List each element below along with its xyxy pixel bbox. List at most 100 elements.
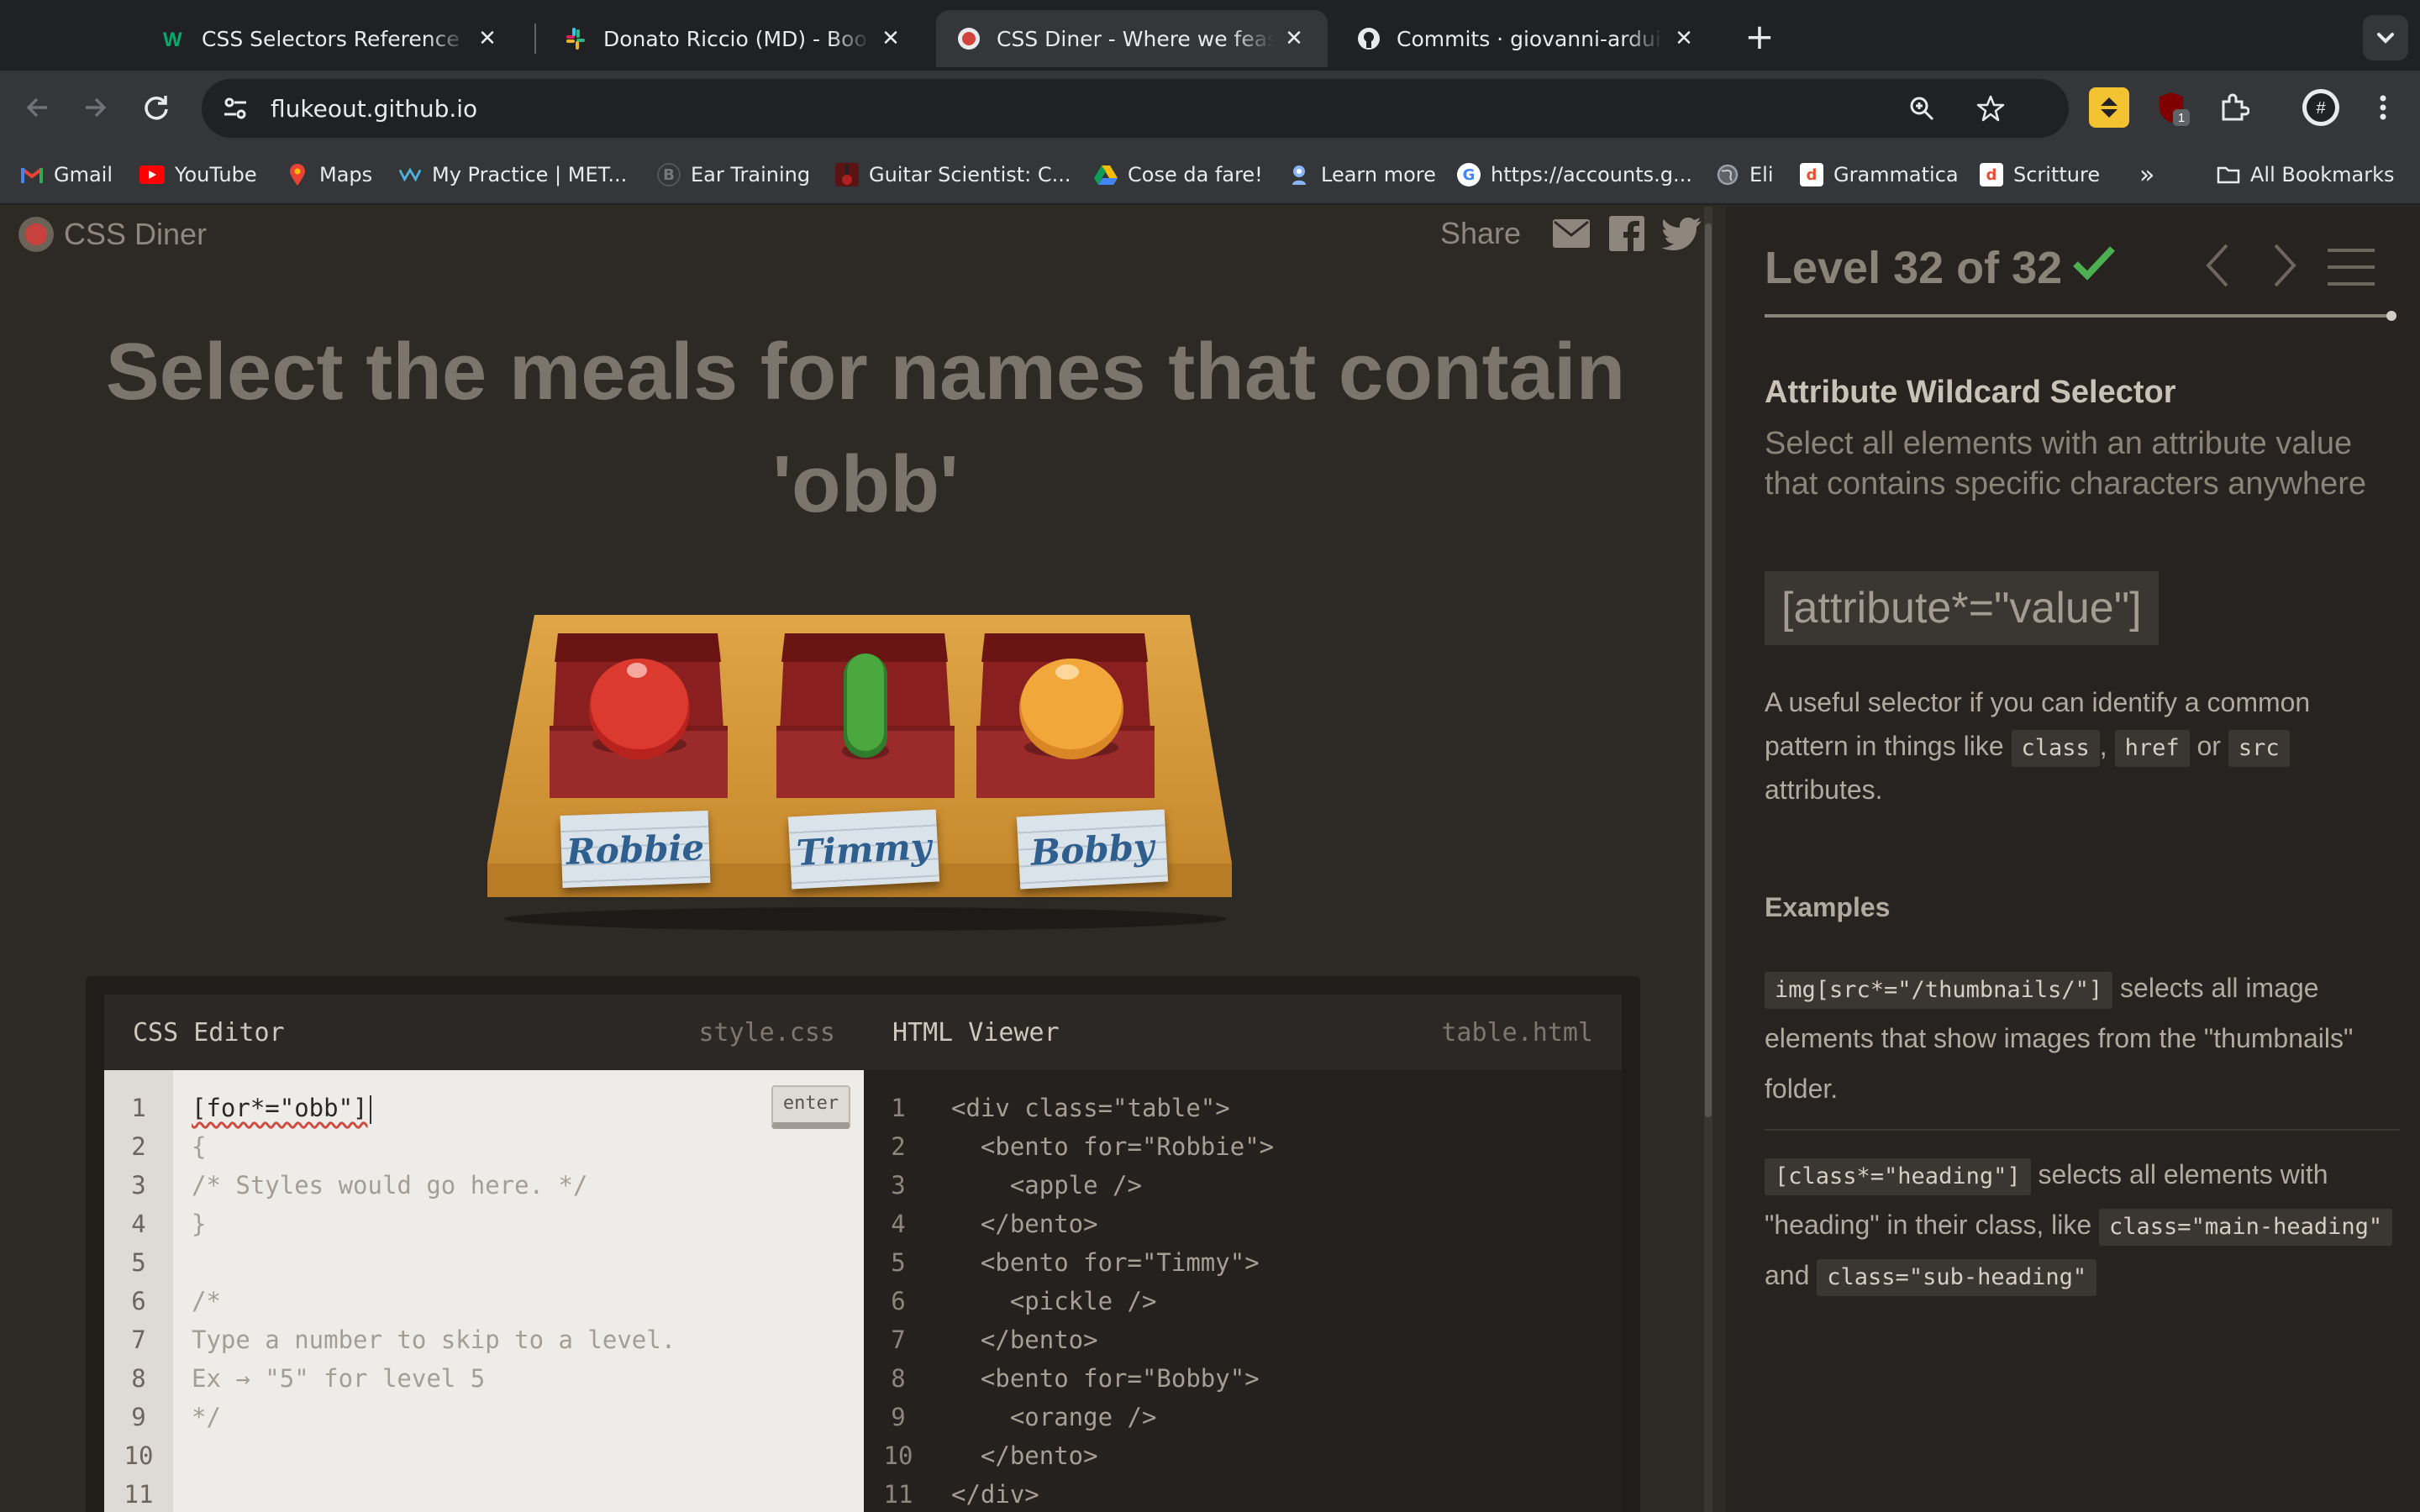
tab-github-commits[interactable]: Commits · giovanni-arduini/html ✕ <box>1336 10 1718 67</box>
bookmark-label: Scritture <box>2013 163 2101 186</box>
code-line: <bento for="Timmy"> <box>951 1248 1260 1277</box>
twitter-icon[interactable] <box>1662 213 1702 254</box>
bookmark-learn-more[interactable]: Learn more <box>1287 156 1436 193</box>
facebook-icon[interactable] <box>1607 213 1647 254</box>
tab-title: CSS Selectors Reference <box>202 26 460 51</box>
bookmark-my-practice[interactable]: My Practice | MET... <box>398 156 627 193</box>
extension-honey-icon[interactable] <box>2089 87 2129 128</box>
enter-button[interactable]: enter <box>771 1085 850 1129</box>
level-sidebar: Level 32 of 32 Attribute Wildcard Select… <box>1726 207 2420 1512</box>
profile-avatar[interactable]: # <box>2301 87 2341 128</box>
github-icon <box>1356 26 1381 51</box>
practice-icon <box>398 163 422 186</box>
bookmark-gmail[interactable]: Gmail <box>20 156 113 193</box>
tab-css-diner[interactable]: CSS Diner - Where we feast on CSS ✕ <box>936 10 1328 67</box>
zoom-icon[interactable] <box>1901 87 1943 129</box>
bookmark-google-accounts[interactable]: G https://accounts.g... <box>1457 156 1692 193</box>
orange-food[interactable] <box>1015 652 1128 764</box>
bookmark-star-icon[interactable] <box>1970 87 2012 129</box>
tab-slack[interactable]: Donato Riccio (MD) - Boolean ✕ <box>543 10 924 67</box>
forward-button[interactable] <box>72 84 119 131</box>
bookmark-grammatica[interactable]: d Grammatica <box>1800 156 1959 193</box>
line-number: 2 <box>131 1132 146 1161</box>
text-caret <box>369 1095 371 1124</box>
close-icon[interactable]: ✕ <box>877 25 904 52</box>
css-code-area[interactable]: [for*="obb"] { /* Styles would go here. … <box>173 1070 864 1512</box>
next-level-button[interactable] <box>2264 240 2306 291</box>
bookmark-eli[interactable]: Eli <box>1716 156 1774 193</box>
reload-button[interactable] <box>133 84 180 131</box>
more-bookmarks-button[interactable]: » <box>2139 156 2154 193</box>
code-line: </div> <box>951 1480 1039 1509</box>
bookmark-label: Ear Training <box>691 163 811 186</box>
tab-search-button[interactable] <box>2363 15 2408 60</box>
example-text: and <box>1765 1260 1810 1290</box>
html-code-markup[interactable]: <div class="table"> <bento for="Robbie">… <box>933 1070 1622 1512</box>
bookmark-label: Maps <box>319 163 373 186</box>
close-icon[interactable]: ✕ <box>474 25 501 52</box>
bookmark-label: Learn more <box>1321 163 1436 186</box>
back-button[interactable] <box>13 84 60 131</box>
close-icon[interactable]: ✕ <box>1670 25 1697 52</box>
hint-text-end: attributes. <box>1765 774 1883 805</box>
pickle-food[interactable] <box>839 650 892 764</box>
apple-food[interactable] <box>585 652 694 761</box>
css-editor-filename: style.css <box>698 1017 835 1047</box>
checkmark-icon <box>2073 246 2115 281</box>
tab-title: CSS Diner - Where we feast on CSS <box>997 26 1274 51</box>
site-logo[interactable]: CSS Diner <box>18 217 207 252</box>
tab-css-selectors-reference[interactable]: W CSS Selectors Reference ✕ <box>141 10 521 67</box>
code-line: <div class="table"> <box>951 1094 1230 1122</box>
bookmark-ear-training[interactable]: B Ear Training <box>657 156 810 193</box>
logo-text: CSS Diner <box>64 217 208 251</box>
line-number: 8 <box>131 1364 146 1393</box>
nametag-bobby: Bobby <box>1016 809 1169 890</box>
address-bar[interactable]: flukeout.github.io <box>202 79 2069 138</box>
bookmark-scritture[interactable]: d Scritture <box>1980 156 2100 193</box>
level-instruction: Select the meals for names that contain … <box>105 327 1626 529</box>
bookmark-maps[interactable]: Maps <box>286 156 372 193</box>
all-bookmarks-button[interactable]: All Bookmarks <box>2217 156 2394 193</box>
bookmark-guitar-scientist[interactable]: Guitar Scientist: C... <box>835 156 1071 193</box>
close-icon[interactable]: ✕ <box>1281 25 1307 52</box>
extensions-puzzle-icon[interactable] <box>2213 87 2254 128</box>
level-menu-button[interactable] <box>2324 245 2378 289</box>
hint-separator: , <box>2099 731 2107 761</box>
bookmark-youtube[interactable]: YouTube <box>139 156 257 193</box>
code-line: <pickle /> <box>951 1287 1157 1315</box>
line-number: 4 <box>891 1210 906 1238</box>
nametag-timmy: Timmy <box>787 809 940 890</box>
css-editor-header: CSS Editor style.css <box>104 995 864 1070</box>
guitar-icon <box>835 163 859 186</box>
svg-text:#: # <box>2316 99 2326 118</box>
browser-tab-bar: W CSS Selectors Reference ✕ Donato Ricci… <box>0 0 2420 71</box>
folder-icon <box>2217 163 2240 186</box>
extension-ublock-icon[interactable]: 1 <box>2151 87 2191 128</box>
browser-menu-icon[interactable] <box>2363 87 2403 128</box>
examples-heading: Examples <box>1765 892 1891 922</box>
globe-icon <box>1716 163 1739 186</box>
previous-level-button[interactable] <box>2196 240 2238 291</box>
bookmark-label: https://accounts.g... <box>1491 163 1692 186</box>
site-info-icon[interactable] <box>213 87 257 130</box>
css-placeholder-code: { /* Styles would go here. */ } /* Type … <box>192 1132 676 1431</box>
css-selector-input[interactable]: [for*="obb"] <box>192 1094 371 1124</box>
css-diner-page: CSS Diner Share Select the meals for nam… <box>0 207 2420 1512</box>
share-label: Share <box>1440 216 1522 250</box>
line-number: 10 <box>124 1441 154 1470</box>
url-text: flukeout.github.io <box>271 94 478 123</box>
arrow-right-icon <box>86 97 107 118</box>
selector-name: Attribute Wildcard Selector <box>1765 375 2176 410</box>
line-number: 9 <box>891 1403 906 1431</box>
bookmark-cose-da-fare[interactable]: Cose da fare! <box>1094 156 1263 193</box>
new-tab-button[interactable]: + <box>1738 17 1781 60</box>
html-viewer-title: HTML Viewer <box>892 1017 1060 1047</box>
bookmark-label: Gmail <box>54 163 113 186</box>
example-code: class="sub-heading" <box>1817 1259 2097 1296</box>
page-scrollbar[interactable] <box>1704 207 1712 1512</box>
logo-plate-icon <box>18 217 54 252</box>
email-icon[interactable] <box>1551 213 1591 254</box>
arrow-left-icon <box>26 97 47 118</box>
html-viewer-header: HTML Viewer table.html <box>864 995 1622 1070</box>
scrollbar-thumb[interactable] <box>1705 223 1712 1117</box>
